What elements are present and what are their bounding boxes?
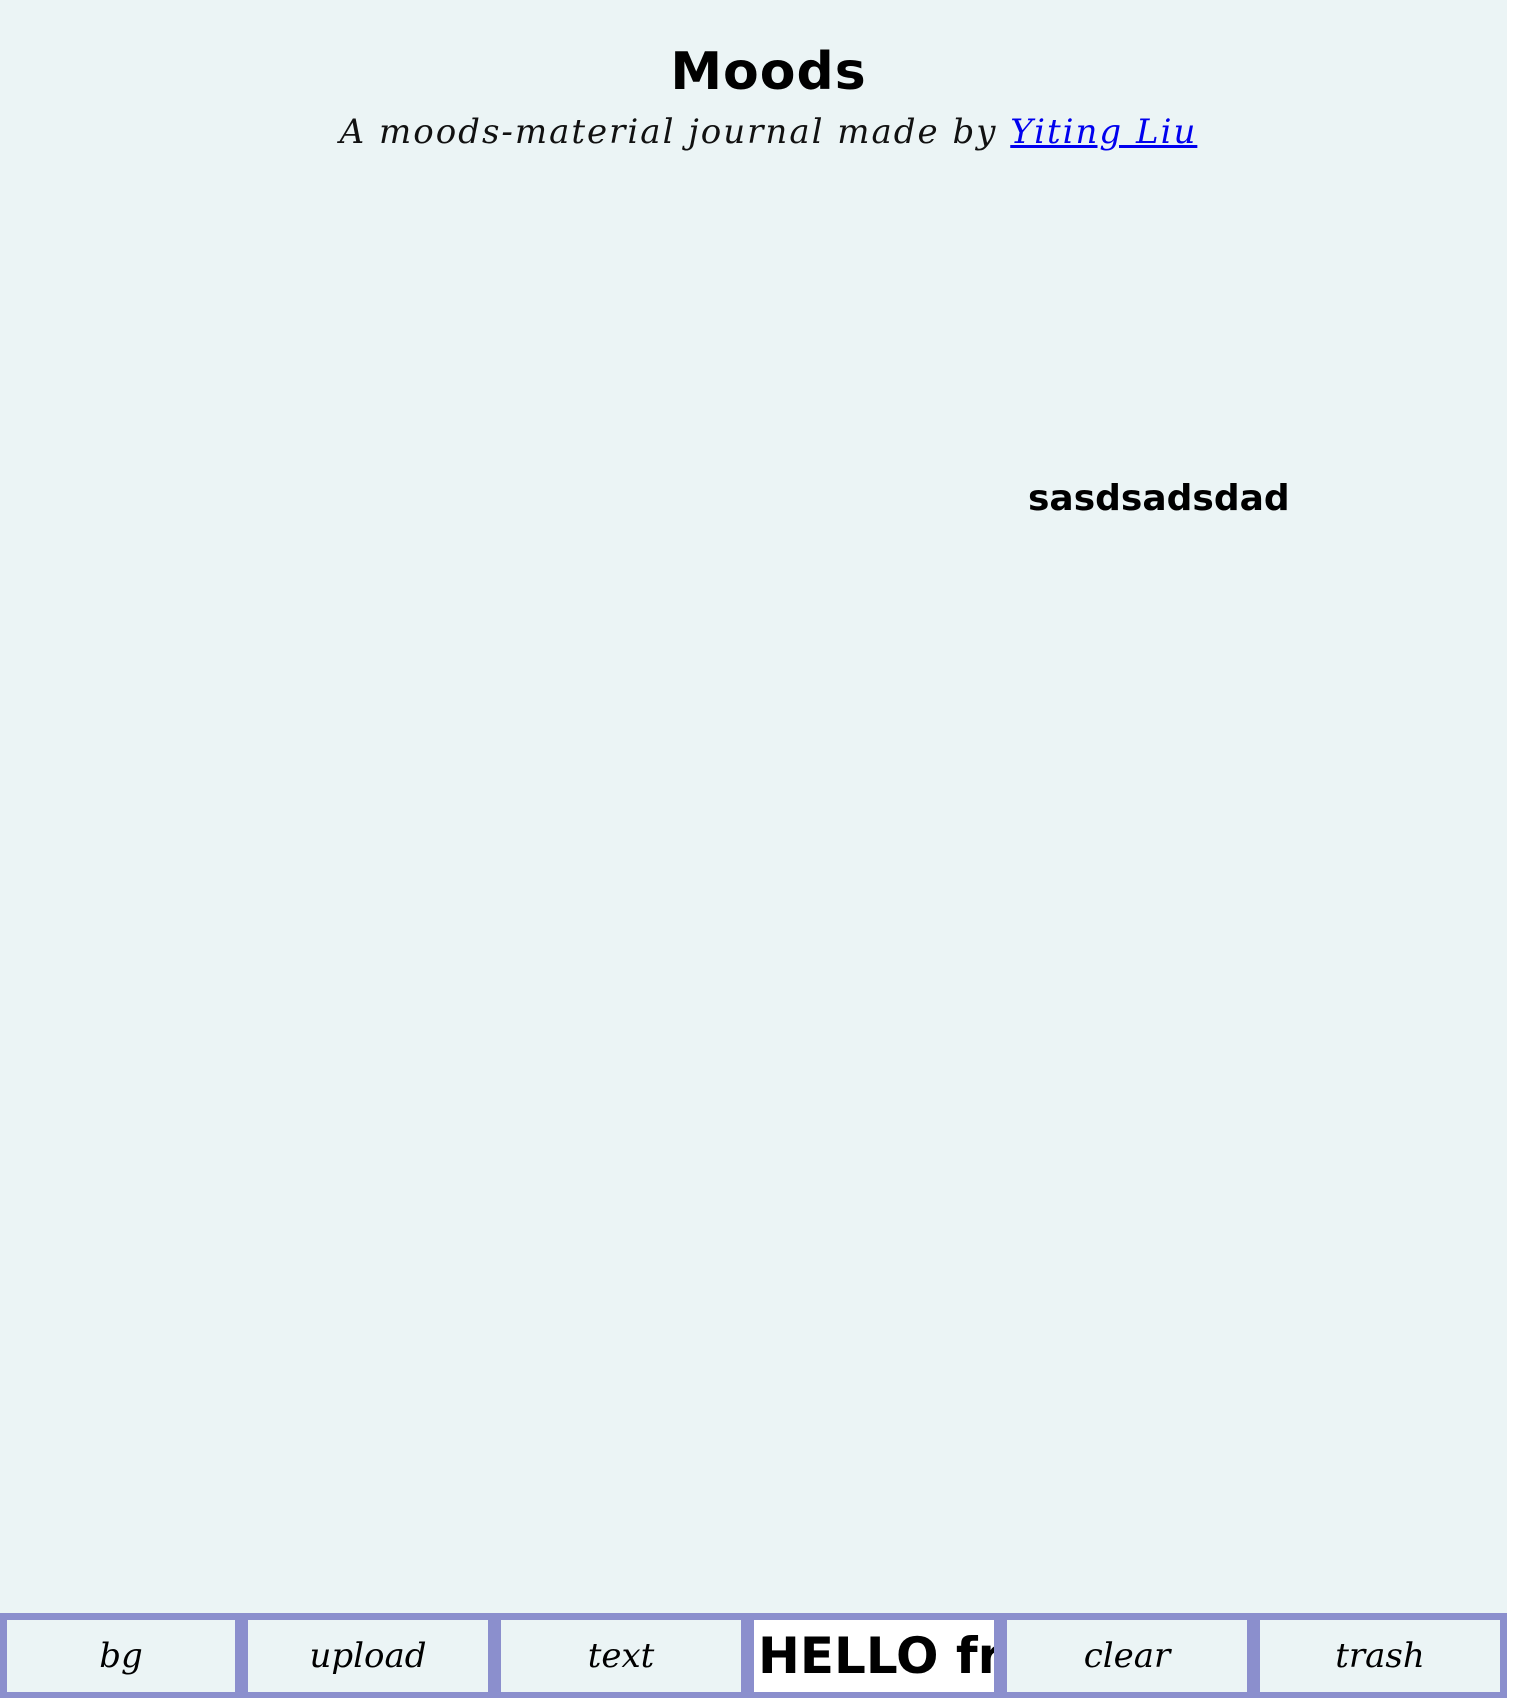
- upload-button[interactable]: upload: [248, 1620, 488, 1692]
- trash-button[interactable]: trash: [1260, 1620, 1500, 1692]
- clear-button[interactable]: clear: [1007, 1620, 1247, 1692]
- canvas-text-item[interactable]: sasdsadsdad: [1028, 478, 1290, 519]
- font-preview-button[interactable]: HELLO fro: [754, 1620, 994, 1692]
- page-title: Moods: [670, 42, 867, 102]
- author-link[interactable]: Yiting Liu: [1010, 112, 1197, 152]
- text-button[interactable]: text: [501, 1620, 741, 1692]
- journal-canvas[interactable]: Moods A moods-material journal made by Y…: [0, 0, 1507, 1613]
- subtitle-text: A moods-material journal made by: [339, 112, 1011, 152]
- bg-button[interactable]: bg: [7, 1620, 235, 1692]
- bottom-toolbar: bg upload text HELLO fro clear trash: [0, 1613, 1507, 1698]
- page-subtitle: A moods-material journal made by Yiting …: [0, 112, 1522, 152]
